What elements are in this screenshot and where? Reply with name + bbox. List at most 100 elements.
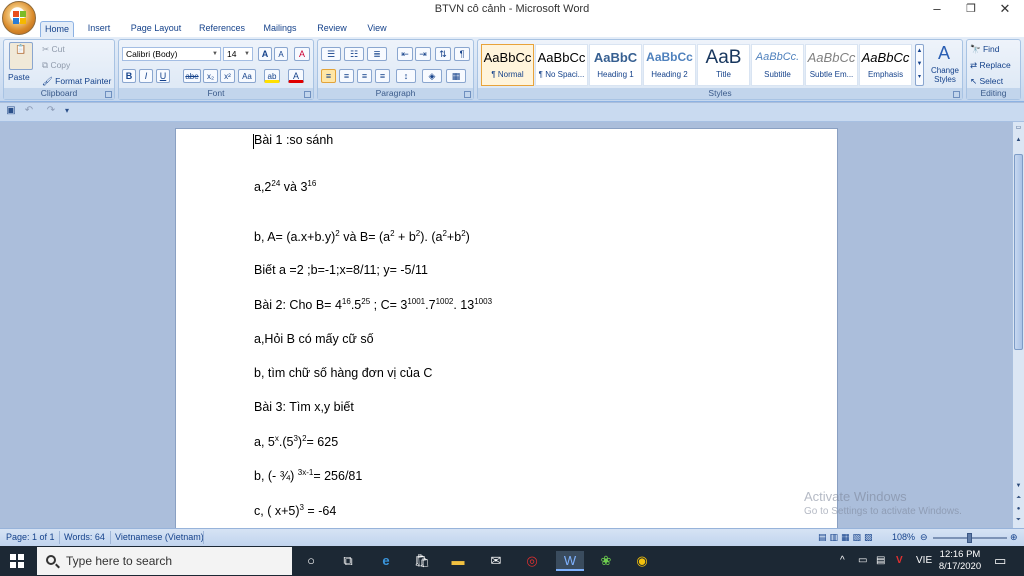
font-family-select[interactable]: Calibri (Body) ▼	[122, 47, 221, 61]
style-subtitle[interactable]: AaBbCc. Subtitle	[751, 44, 804, 86]
change-case-button[interactable]: Aa	[238, 69, 256, 83]
previous-page-icon[interactable]: ⏶	[1014, 494, 1023, 503]
customize-qat-icon[interactable]: ▾	[62, 104, 72, 118]
zoom-out-icon[interactable]: ⊖	[920, 532, 928, 543]
task-view-icon[interactable]: ⧉	[338, 551, 358, 571]
store-icon[interactable]: 🛍	[412, 551, 432, 571]
word-taskbar-icon[interactable]: W	[556, 551, 584, 571]
sort-icon[interactable]: ⇅	[435, 47, 451, 61]
shrink-font-button[interactable]: A	[274, 47, 288, 61]
styles-scroll-icon[interactable]: ▲ ▼ ▾	[915, 44, 924, 86]
doc-line[interactable]: b, A= (a.x+b.y)2 và B= (a2 + b2). (a2+b2…	[254, 229, 470, 244]
doc-line[interactable]: a,Hỏi B có mấy cữ số	[254, 332, 374, 346]
doc-line[interactable]: Bài 1 :so sánh	[254, 133, 333, 147]
undo-icon[interactable]: ↶	[22, 104, 36, 118]
multilevel-list-icon[interactable]: ≣	[367, 47, 387, 61]
style-no-spacing[interactable]: AaBbCc ¶ No Spaci...	[535, 44, 588, 86]
network-icon[interactable]: ▤	[876, 546, 885, 576]
zoom-slider-thumb[interactable]	[967, 533, 972, 543]
bullets-icon[interactable]: ☰	[321, 47, 341, 61]
ruler-toggle-icon[interactable]: ▭	[1014, 124, 1023, 133]
paste-icon[interactable]: 📋	[9, 42, 33, 70]
highlight-button[interactable]: ab	[264, 69, 280, 83]
italic-button[interactable]: I	[139, 69, 153, 83]
word-count[interactable]: Words: 64	[64, 532, 105, 542]
maximize-button[interactable]: ❐	[954, 0, 988, 20]
style-subtle-emphasis[interactable]: AaBbCc Subtle Em...	[805, 44, 858, 86]
app-icon[interactable]: ❀	[596, 551, 616, 571]
style-emphasis[interactable]: AaBbCc Emphasis	[859, 44, 912, 86]
close-button[interactable]: ✕	[988, 0, 1022, 20]
page-count[interactable]: Page: 1 of 1	[6, 532, 55, 542]
styles-launcher-icon[interactable]	[953, 91, 960, 98]
scroll-up-icon[interactable]: ▲	[1014, 136, 1023, 145]
redo-icon[interactable]: ↷	[44, 104, 58, 118]
replace-button[interactable]: ⇄ Replace	[970, 58, 1011, 73]
bold-button[interactable]: B	[122, 69, 136, 83]
vertical-scrollbar[interactable]: ▭ ▲ ▼ ⏶ ● ⏷	[1012, 122, 1024, 528]
chrome-icon[interactable]: ◉	[632, 551, 652, 571]
battery-icon[interactable]: ▭	[858, 546, 867, 576]
taskbar-search-box[interactable]: Type here to search	[37, 547, 292, 575]
style-normal[interactable]: AaBbCc ¶ Normal	[481, 44, 534, 86]
font-size-select[interactable]: 14 ▼	[223, 47, 253, 61]
select-button[interactable]: ↖ Select	[970, 74, 1003, 89]
file-explorer-icon[interactable]: ▬	[448, 551, 468, 571]
subscript-button[interactable]: x₂	[203, 69, 218, 83]
scrollbar-thumb[interactable]	[1014, 154, 1023, 350]
shading-icon[interactable]: ◈	[422, 69, 442, 83]
align-right-icon[interactable]: ≡	[357, 69, 372, 83]
minimize-button[interactable]: –	[920, 0, 954, 20]
grow-font-button[interactable]: A	[258, 47, 272, 61]
paragraph-launcher-icon[interactable]	[464, 91, 471, 98]
mail-icon[interactable]: ✉	[486, 551, 506, 571]
underline-button[interactable]: U	[156, 69, 170, 83]
cortana-icon[interactable]: ○	[301, 551, 321, 571]
align-left-icon[interactable]: ≡	[321, 69, 336, 83]
doc-line[interactable]: a, 5x.(53)2= 625	[254, 434, 338, 449]
edge-icon[interactable]: e	[376, 551, 396, 571]
unikey-icon[interactable]: V	[896, 546, 903, 576]
change-styles-button[interactable]: Change Styles	[928, 66, 962, 84]
tab-insert[interactable]: Insert	[82, 21, 116, 37]
format-painter-button[interactable]: 🖌 Format Painter	[42, 74, 111, 89]
game-app-icon[interactable]: ◎	[522, 551, 542, 571]
align-center-icon[interactable]: ≡	[339, 69, 354, 83]
tab-references[interactable]: References	[194, 21, 250, 37]
tab-home[interactable]: Home	[40, 21, 74, 37]
font-color-button[interactable]: A	[288, 69, 304, 83]
office-button[interactable]	[2, 1, 36, 35]
decrease-indent-icon[interactable]: ⇤	[397, 47, 413, 61]
doc-line[interactable]: a,224 và 316	[254, 179, 316, 194]
notifications-icon[interactable]: ▭	[994, 546, 1006, 576]
pilcrow-icon[interactable]: ¶	[454, 47, 470, 61]
view-buttons-icon[interactable]: ▤▥▦▧▨	[818, 532, 876, 543]
clipboard-launcher-icon[interactable]	[105, 91, 112, 98]
windows-start-icon[interactable]	[10, 554, 24, 568]
justify-icon[interactable]: ≡	[375, 69, 390, 83]
font-launcher-icon[interactable]	[304, 91, 311, 98]
select-browse-object-icon[interactable]: ●	[1014, 505, 1023, 514]
system-clock[interactable]: 12:16 PM 8/17/2020	[934, 549, 986, 573]
style-heading-2[interactable]: AaBbCc Heading 2	[643, 44, 696, 86]
tab-mailings[interactable]: Mailings	[258, 21, 302, 37]
clear-formatting-button[interactable]: A	[294, 47, 310, 61]
change-styles-icon[interactable]: A	[930, 42, 958, 66]
scroll-down-icon[interactable]: ▼	[1014, 482, 1023, 491]
borders-icon[interactable]: ▦	[446, 69, 466, 83]
tab-page-layout[interactable]: Page Layout	[126, 21, 186, 37]
zoom-level[interactable]: 108%	[892, 532, 915, 542]
doc-line[interactable]: b, tìm chữ số hàng đơn vị của C	[254, 366, 432, 380]
language-indicator[interactable]: Vietnamese (Vietnam)	[115, 532, 204, 542]
paste-button[interactable]: Paste	[8, 70, 30, 85]
increase-indent-icon[interactable]: ⇥	[415, 47, 431, 61]
tab-view[interactable]: View	[360, 21, 394, 37]
input-language[interactable]: VIE	[916, 546, 932, 576]
find-button[interactable]: 🔭 Find	[970, 42, 1000, 57]
next-page-icon[interactable]: ⏷	[1014, 516, 1023, 525]
line-spacing-icon[interactable]: ↕	[396, 69, 416, 83]
cut-button[interactable]: ✂ Cut	[42, 42, 65, 57]
doc-line[interactable]: Bài 3: Tìm x,y biết	[254, 400, 354, 414]
doc-line[interactable]: Biết a =2 ;b=-1;x=8/11; y= -5/11	[254, 263, 428, 277]
doc-line[interactable]: Bài 2: Cho B= 416.525 ; C= 31001.71002. …	[254, 297, 492, 312]
